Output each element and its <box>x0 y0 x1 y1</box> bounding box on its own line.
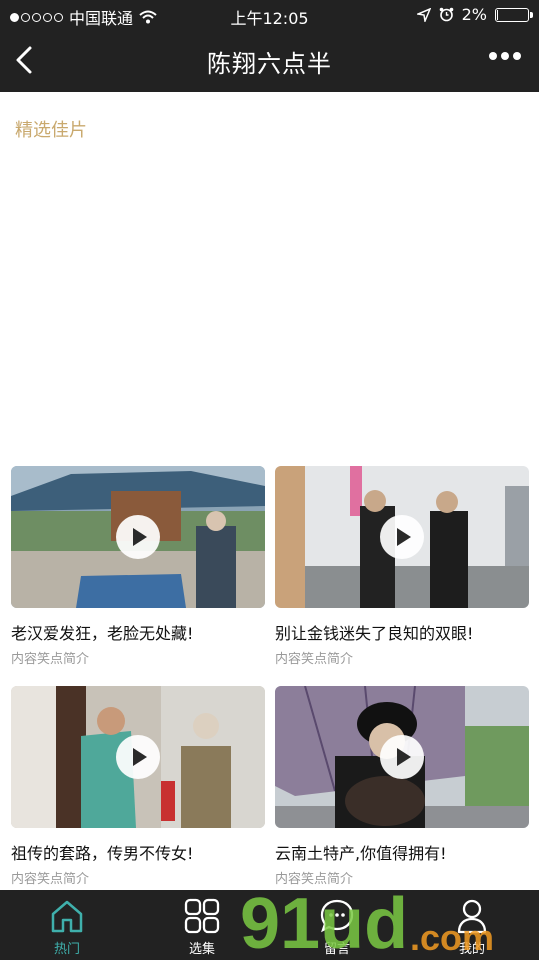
video-subtitle: 内容笑点简介 <box>11 652 90 667</box>
video-title[interactable]: 祖传的套路，传男不传女! <box>11 840 265 864</box>
alarm-clock-icon <box>439 7 453 22</box>
battery-icon <box>495 7 533 22</box>
video-subtitle: 内容笑点简介 <box>11 872 90 887</box>
video-thumbnail[interactable] <box>11 466 265 608</box>
video-title[interactable]: 别让金钱迷失了良知的双眼! <box>275 620 529 644</box>
tab-me[interactable]: 我的 <box>427 890 517 960</box>
tab-label: 选集 <box>188 942 215 957</box>
user-icon <box>457 899 487 934</box>
video-title[interactable]: 老汉爱发狂，老脸无处藏! <box>11 620 265 644</box>
video-thumbnail[interactable] <box>275 686 529 828</box>
video-thumbnail[interactable] <box>275 466 529 608</box>
battery-percent: 2% <box>461 5 487 24</box>
video-title[interactable]: 云南土特产,你值得拥有! <box>275 840 529 864</box>
status-bar: 中国联通 上午12:05 2% <box>0 0 539 30</box>
navigation-bar: 陈翔六点半 <box>0 30 539 92</box>
video-thumbnail[interactable] <box>11 686 265 828</box>
tab-label: 我的 <box>458 942 485 957</box>
message-icon <box>320 899 354 933</box>
play-icon[interactable] <box>380 735 424 779</box>
tab-episodes[interactable]: 选集 <box>157 890 247 960</box>
video-card[interactable]: 祖传的套路，传男不传女! 内容笑点简介 <box>11 686 265 887</box>
tab-messages[interactable]: 留言 <box>292 890 382 960</box>
video-subtitle: 内容笑点简介 <box>275 652 354 667</box>
grid-icon <box>184 898 220 934</box>
location-arrow-icon <box>416 7 431 22</box>
tab-bar: 热门 选集 留言 我的 <box>0 890 539 960</box>
play-icon[interactable] <box>116 515 160 559</box>
play-icon[interactable] <box>380 515 424 559</box>
tab-label: 留言 <box>323 942 350 957</box>
section-title: 精选佳片 <box>15 120 87 141</box>
play-icon[interactable] <box>116 735 160 779</box>
tab-hot[interactable]: 热门 <box>22 890 112 960</box>
home-icon <box>51 900 83 933</box>
video-card[interactable]: 云南土特产,你值得拥有! 内容笑点简介 <box>275 686 529 887</box>
video-card[interactable]: 老汉爱发狂，老脸无处藏! 内容笑点简介 <box>11 466 265 667</box>
video-card[interactable]: 别让金钱迷失了良知的双眼! 内容笑点简介 <box>275 466 529 667</box>
video-subtitle: 内容笑点简介 <box>275 872 354 887</box>
page-title: 陈翔六点半 <box>207 50 332 78</box>
more-dots-icon[interactable] <box>489 52 521 60</box>
tab-label: 热门 <box>53 942 80 957</box>
